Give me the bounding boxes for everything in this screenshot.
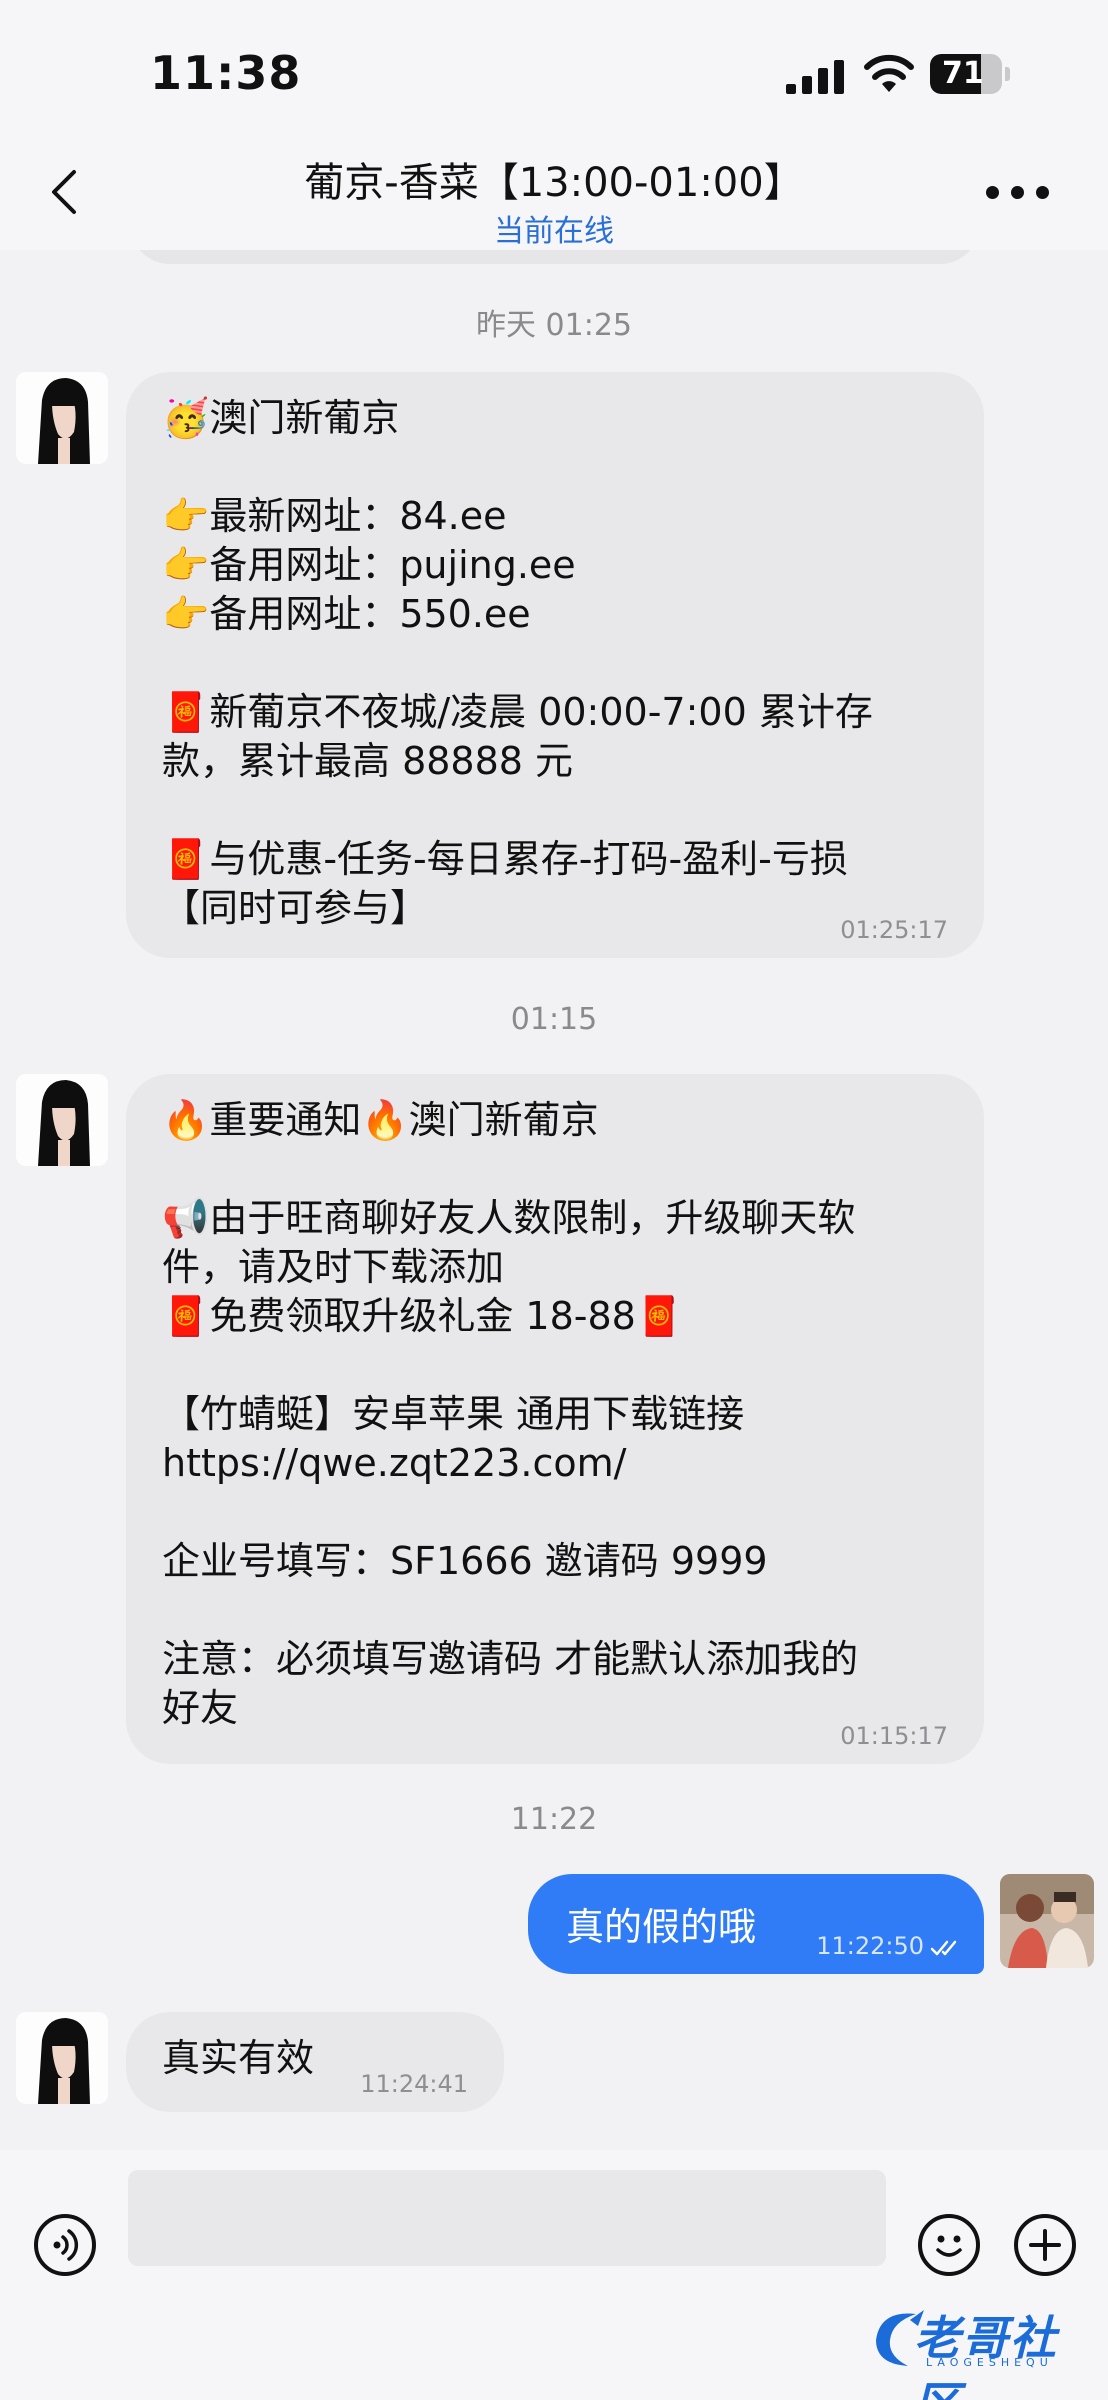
status-bar: 11:38 71 bbox=[0, 0, 1108, 140]
voice-icon bbox=[53, 2229, 79, 2261]
message-time: 11:24:41 bbox=[360, 2070, 468, 2098]
my-avatar[interactable] bbox=[1000, 1874, 1094, 1968]
watermark-text: 老哥社区 bbox=[914, 2311, 1058, 2400]
emoji-icon bbox=[936, 2235, 962, 2257]
more-options-button[interactable] bbox=[986, 182, 1050, 202]
message-bubble[interactable]: 🔥重要通知🔥澳门新葡京 📢由于旺商聊好友人数限制，升级聊天软 件，请及时下载添加… bbox=[126, 1074, 984, 1764]
online-status: 当前在线 bbox=[494, 214, 614, 249]
cellular-signal-icon bbox=[786, 58, 844, 94]
message-text: 🔥重要通知🔥澳门新葡京 📢由于旺商聊好友人数限制，升级聊天软 件，请及时下载添加… bbox=[162, 1098, 859, 1730]
watermark-logo: 老哥社区 LAOGESHEQU bbox=[866, 2300, 1096, 2400]
more-dots-icon bbox=[986, 186, 999, 199]
message-bubble[interactable]: 🥳澳门新葡京 👉最新网址：84.ee 👉备用网址：pujing.ee 👉备用网址… bbox=[126, 372, 984, 958]
previous-message-bubble bbox=[130, 250, 980, 264]
battery-icon: 71 bbox=[930, 54, 1010, 94]
voice-button[interactable] bbox=[34, 2214, 96, 2276]
outgoing-message-bubble[interactable]: 真的假的哦 11:22:50 bbox=[528, 1874, 984, 1974]
status-time: 11:38 bbox=[150, 46, 302, 100]
message-list[interactable]: 昨天 01:25 🥳澳门新葡京 👉最新网址：84.ee 👉备用网址：pujing… bbox=[0, 250, 1108, 2150]
chat-header: 葡京-香菜【13:00-01:00】 当前在线 bbox=[0, 140, 1108, 250]
emoji-button[interactable] bbox=[918, 2214, 980, 2276]
message-time: 01:15:17 bbox=[840, 1722, 948, 1750]
contact-avatar[interactable] bbox=[16, 2012, 108, 2104]
attach-button[interactable] bbox=[1014, 2214, 1076, 2276]
contact-avatar[interactable] bbox=[16, 372, 108, 464]
message-text: 真实有效 bbox=[162, 2036, 315, 2080]
battery-percent: 71 bbox=[942, 56, 984, 91]
double-check-icon bbox=[930, 1940, 957, 1956]
date-divider: 11:22 bbox=[510, 1802, 598, 1837]
message-text: 🥳澳门新葡京 👉最新网址：84.ee 👉备用网址：pujing.ee 👉备用网址… bbox=[162, 396, 873, 930]
date-divider: 01:15 bbox=[510, 1002, 598, 1037]
message-time: 11:22:50 bbox=[816, 1932, 924, 1960]
chat-title: 葡京-香菜【13:00-01:00】 bbox=[304, 160, 804, 206]
message-time: 01:25:17 bbox=[840, 916, 948, 944]
message-bubble[interactable]: 真实有效 11:24:41 bbox=[126, 2012, 504, 2112]
input-bar: 老哥社区 LAOGESHEQU bbox=[0, 2150, 1108, 2400]
watermark-subtext: LAOGESHEQU bbox=[926, 2356, 1053, 2369]
wifi-icon bbox=[864, 54, 914, 92]
message-input[interactable] bbox=[128, 2170, 886, 2266]
plus-icon bbox=[1029, 2229, 1061, 2261]
contact-avatar[interactable] bbox=[16, 1074, 108, 1166]
message-text: 真的假的哦 bbox=[566, 1905, 757, 1949]
date-divider: 昨天 01:25 bbox=[476, 308, 632, 343]
